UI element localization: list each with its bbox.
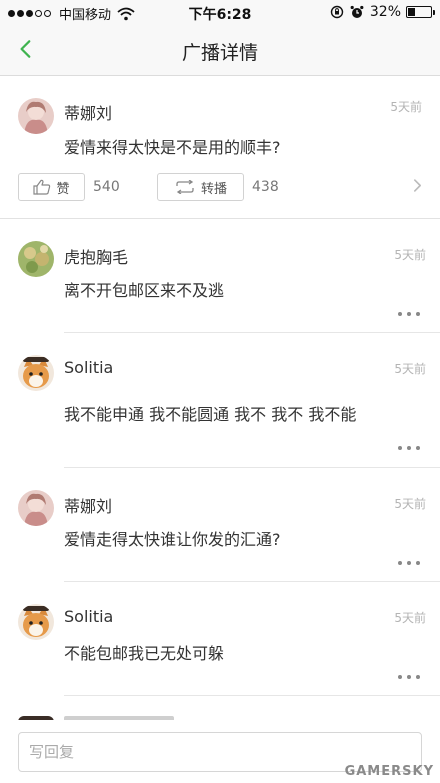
battery-level	[408, 8, 415, 16]
battery-percent: 32%	[369, 4, 401, 20]
page-title: 广播详情	[181, 42, 258, 64]
avatar-girl-image	[18, 490, 54, 526]
post-content: 爱情来得太快是不是用的顺丰?	[64, 138, 281, 157]
repost-label: 转播	[200, 181, 227, 197]
repost-button[interactable]: 转播	[157, 173, 244, 201]
avatar-cat-image	[18, 604, 54, 640]
more-options-button[interactable]	[398, 672, 420, 682]
more-options-button[interactable]	[398, 558, 420, 568]
comment-time: 5天前	[394, 362, 426, 376]
comment-item: Solitia 5天前 不能包邮我已无处可躲	[0, 582, 440, 696]
comment-username[interactable]: Solitia	[64, 607, 113, 626]
comment-username[interactable]: 蒂娜刘	[64, 493, 112, 517]
comment-time: 5天前	[394, 611, 426, 625]
alarm-icon	[350, 5, 364, 18]
avatar-flowers-image	[18, 241, 54, 277]
rotation-lock-icon	[330, 5, 344, 19]
divider	[64, 695, 440, 696]
more-options-button[interactable]	[398, 309, 420, 319]
post-time: 5天前	[390, 100, 422, 114]
avatar[interactable]	[18, 355, 54, 391]
comment-time: 5天前	[394, 497, 426, 511]
main-post: 蒂娜刘 5天前 爱情来得太快是不是用的顺丰? 赞 540 转播 438	[0, 76, 440, 219]
comment-time: 5天前	[394, 248, 426, 262]
status-bar: 中国移动 下午6:28 32%	[0, 0, 440, 26]
comment-content: 离不开包邮区来不及逃	[64, 281, 225, 300]
comment-item: Solitia 5天前 我不能申通 我不能圆通 我不 我不 我不能	[0, 333, 440, 468]
avatar-cat-image	[18, 355, 54, 391]
avatar[interactable]	[18, 490, 54, 526]
avatar-girl-image	[18, 98, 54, 134]
comment-username[interactable]: 虎抱胸毛	[64, 244, 128, 268]
more-options-button[interactable]	[398, 443, 420, 453]
post-username[interactable]: 蒂娜刘	[64, 100, 112, 124]
status-right: 32%	[330, 4, 435, 20]
comment-item: 蒂娜刘 5天前 爱情走得太快谁让你发的汇通?	[0, 468, 440, 582]
thumbs-up-icon	[33, 179, 51, 195]
like-count: 540	[93, 179, 120, 195]
repost-count: 438	[252, 179, 279, 195]
avatar[interactable]	[18, 241, 54, 277]
repost-icon	[176, 180, 194, 194]
watermark-logo: GAMERSKY	[344, 764, 434, 779]
comment-username[interactable]: Solitia	[64, 358, 113, 377]
like-button[interactable]: 赞	[18, 173, 85, 201]
comment-content: 爱情走得太快谁让你发的汇通?	[64, 530, 281, 549]
avatar[interactable]	[18, 604, 54, 640]
nav-bar: 广播详情	[0, 26, 440, 76]
battery-icon	[406, 6, 435, 18]
like-label: 赞	[56, 181, 70, 197]
comment-item: 虎抱胸毛 5天前 离不开包邮区来不及逃	[0, 219, 440, 333]
comment-content: 不能包邮我已无处可躲	[64, 644, 225, 663]
avatar[interactable]	[18, 98, 54, 134]
chevron-right-icon[interactable]	[413, 178, 422, 193]
comment-content: 我不能申通 我不能圆通 我不 我不 我不能	[64, 405, 357, 424]
